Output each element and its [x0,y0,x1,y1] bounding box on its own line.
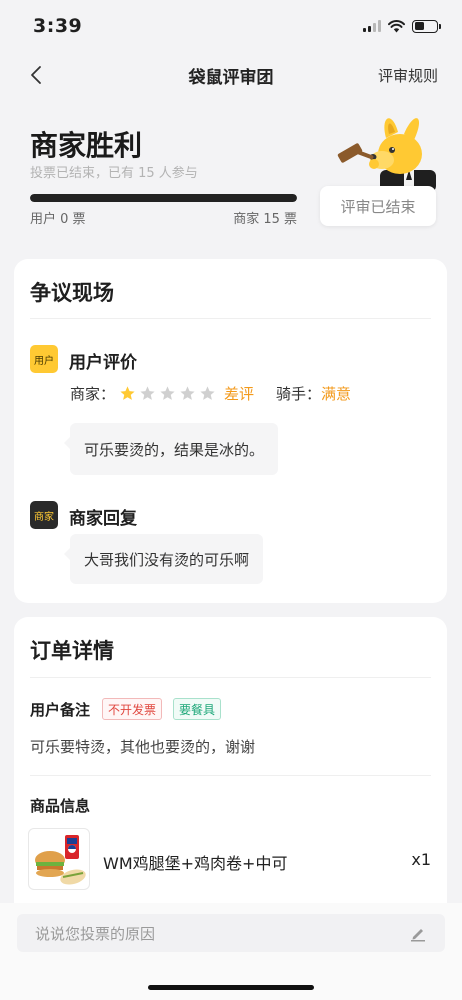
merchant-reply-text: 大哥我们没有烫的可乐啊 [84,550,250,569]
review-ended-button[interactable]: 评审已结束 [320,186,436,226]
merchant-role-tag: 商家 [30,501,58,529]
nav-bar: 袋鼠评审团 评审规则 [0,52,462,98]
star-icon [120,386,135,400]
wifi-icon [388,19,405,32]
rating-text: 差评 [224,385,255,403]
vote-progress-bar [30,194,297,202]
star-icon [140,386,155,400]
divider [30,677,431,678]
no-invoice-chip: 不开发票 [102,698,163,720]
remark-text: 可乐要特烫，其他也要烫的，谢谢 [30,738,256,756]
verdict-subtitle: 投票已结束，已有 15 人参与 [30,166,198,181]
star-icon [200,386,215,400]
star-icon [160,386,175,400]
status-time: 3:39 [33,15,83,37]
verdict-title: 商家胜利 [30,129,143,162]
utensils-chip: 要餐具 [173,698,222,720]
status-icons [363,19,441,33]
dispute-title: 争议现场 [30,281,114,305]
remark-label: 用户备注 [30,701,91,719]
merchant-reply-heading: 商家回复 [69,509,137,529]
vote-reason-placeholder: 说说您投票的原因 [35,924,156,943]
order-title: 订单详情 [30,639,114,663]
battery-icon [412,19,441,33]
home-indicator [148,985,314,990]
page-title: 袋鼠评审团 [188,67,274,88]
divider [30,775,431,776]
kangaroo-judge-mascot [337,118,436,192]
product-quantity: x1 [411,850,431,869]
bottom-bar: 说说您投票的原因 [0,903,462,1000]
goods-label: 商品信息 [30,797,91,815]
user-role-tag: 用户 [30,345,58,373]
merchant-votes-label: 商家 15 票 [233,212,297,227]
divider [30,318,431,319]
product-image [28,828,90,890]
signal-icon [363,20,381,32]
rider-rating-value: 满意 [321,385,352,403]
user-comment-bubble: 可乐要烫的，结果是冰的。 [63,423,279,475]
vote-progress-fill [30,194,297,202]
user-review-heading: 用户评价 [69,353,137,373]
order-details-card: 订单详情 用户备注 不开发票 要餐具 可乐要特烫，其他也要烫的，谢谢 商品信息 … [14,617,447,917]
back-arrow-icon [31,66,41,84]
vote-reason-input[interactable]: 说说您投票的原因 [17,914,445,952]
review-rules-link[interactable]: 评审规则 [378,65,438,86]
pencil-icon[interactable] [409,924,427,942]
merchant-rating-label: 商家： [70,385,116,403]
dispute-card: 争议现场 用户 用户评价 商家： 差评 骑手： 满意 可乐要烫的，结果是冰的。 … [14,259,447,603]
rider-label: 骑手： [276,385,322,403]
back-button[interactable] [30,64,46,86]
star-icon [180,386,195,400]
verdict-section: 商家胜利 投票已结束，已有 15 人参与 用户 0 票 商家 15 票 评审已结… [0,108,462,248]
product-name: WM鸡腿堡+鸡肉卷+中可 [103,854,288,873]
status-bar: 3:39 [0,0,462,52]
merchant-reply-bubble: 大哥我们没有烫的可乐啊 [63,534,264,584]
rating-row: 商家： 差评 骑手： 满意 [70,383,351,404]
user-comment-text: 可乐要烫的，结果是冰的。 [84,440,265,459]
star-rating [119,385,216,402]
